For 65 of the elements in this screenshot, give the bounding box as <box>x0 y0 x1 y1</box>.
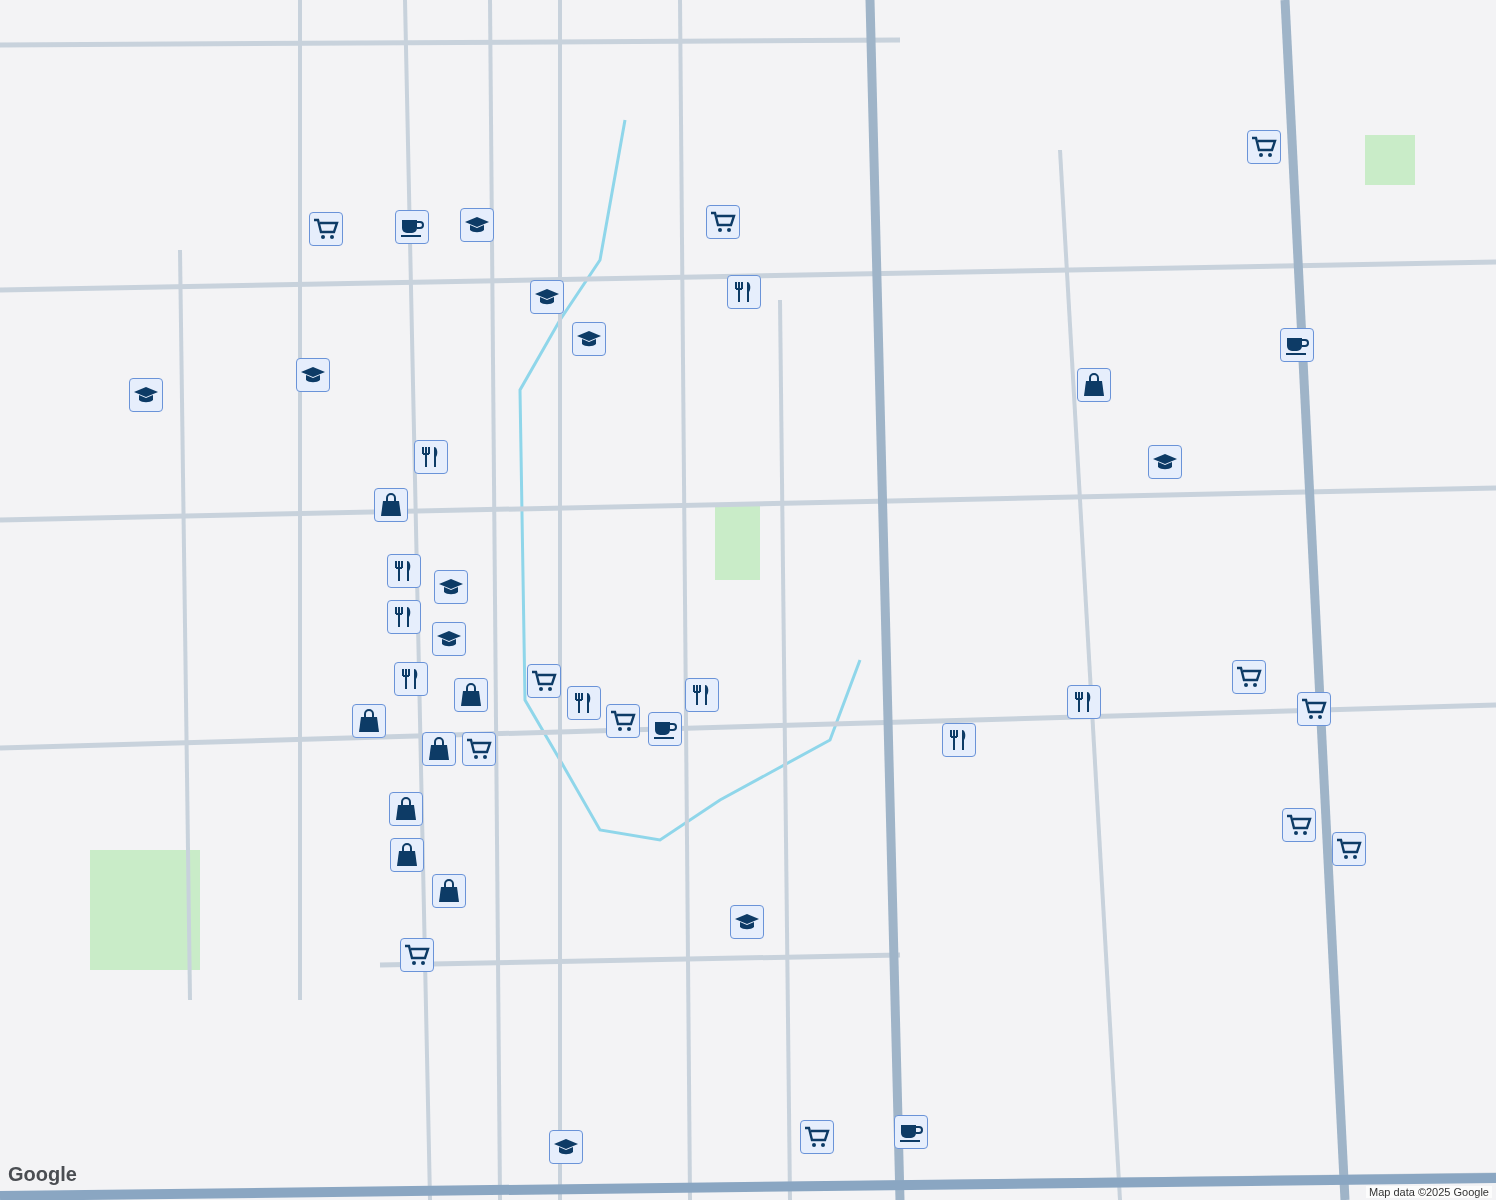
shopping-bag-pin[interactable] <box>1077 368 1111 402</box>
fork-knife-pin[interactable] <box>387 554 421 588</box>
graduation-cap-pin[interactable] <box>129 378 163 412</box>
fork-knife-pin[interactable] <box>685 678 719 712</box>
shopping-cart-pin[interactable] <box>1332 832 1366 866</box>
fork-knife-pin[interactable] <box>727 275 761 309</box>
coffee-cup-pin[interactable] <box>1280 328 1314 362</box>
graduation-cap-pin[interactable] <box>549 1130 583 1164</box>
graduation-cap-pin[interactable] <box>296 358 330 392</box>
graduation-cap-pin[interactable] <box>1148 445 1182 479</box>
shopping-cart-pin[interactable] <box>309 212 343 246</box>
fork-knife-pin[interactable] <box>394 662 428 696</box>
shopping-cart-pin[interactable] <box>706 205 740 239</box>
shopping-cart-icon <box>1286 813 1312 837</box>
graduation-cap-pin[interactable] <box>432 622 466 656</box>
shopping-bag-icon <box>393 797 419 821</box>
coffee-cup-pin[interactable] <box>395 210 429 244</box>
shopping-cart-icon <box>404 943 430 967</box>
shopping-cart-pin[interactable] <box>400 938 434 972</box>
shopping-cart-pin[interactable] <box>606 704 640 738</box>
shopping-cart-icon <box>1301 697 1327 721</box>
graduation-cap-pin[interactable] <box>730 905 764 939</box>
fork-knife-pin[interactable] <box>567 686 601 720</box>
shopping-cart-icon <box>1236 665 1262 689</box>
shopping-bag-icon <box>356 709 382 733</box>
shopping-cart-pin[interactable] <box>462 732 496 766</box>
fork-knife-pin[interactable] <box>387 600 421 634</box>
graduation-cap-pin[interactable] <box>460 208 494 242</box>
shopping-bag-icon <box>1081 373 1107 397</box>
shopping-cart-icon <box>531 669 557 693</box>
fork-knife-pin[interactable] <box>1067 685 1101 719</box>
shopping-cart-icon <box>1336 837 1362 861</box>
shopping-cart-pin[interactable] <box>1297 692 1331 726</box>
shopping-bag-pin[interactable] <box>432 874 466 908</box>
shopping-cart-icon <box>466 737 492 761</box>
graduation-cap-pin[interactable] <box>530 280 564 314</box>
shopping-bag-pin[interactable] <box>389 792 423 826</box>
shopping-cart-pin[interactable] <box>1232 660 1266 694</box>
shopping-bag-icon <box>458 683 484 707</box>
shopping-cart-icon <box>804 1125 830 1149</box>
google-logo: Google <box>6 1163 79 1186</box>
shopping-cart-pin[interactable] <box>800 1120 834 1154</box>
shopping-bag-pin[interactable] <box>390 838 424 872</box>
shopping-bag-pin[interactable] <box>422 732 456 766</box>
shopping-cart-icon <box>1251 135 1277 159</box>
shopping-bag-icon <box>426 737 452 761</box>
shopping-bag-pin[interactable] <box>374 488 408 522</box>
coffee-cup-pin[interactable] <box>894 1115 928 1149</box>
shopping-cart-pin[interactable] <box>1247 130 1281 164</box>
fork-knife-pin[interactable] <box>942 723 976 757</box>
graduation-cap-pin[interactable] <box>572 322 606 356</box>
shopping-bag-pin[interactable] <box>454 678 488 712</box>
shopping-cart-pin[interactable] <box>1282 808 1316 842</box>
shopping-bag-icon <box>394 843 420 867</box>
graduation-cap-pin[interactable] <box>434 570 468 604</box>
shopping-bag-pin[interactable] <box>352 704 386 738</box>
map-attribution: Map data ©2025 Google <box>1365 1186 1492 1198</box>
shopping-cart-icon <box>610 709 636 733</box>
fork-knife-pin[interactable] <box>414 440 448 474</box>
shopping-bag-icon <box>436 879 462 903</box>
coffee-cup-pin[interactable] <box>648 712 682 746</box>
shopping-cart-icon <box>313 217 339 241</box>
shopping-cart-icon <box>710 210 736 234</box>
shopping-cart-pin[interactable] <box>527 664 561 698</box>
shopping-bag-icon <box>378 493 404 517</box>
